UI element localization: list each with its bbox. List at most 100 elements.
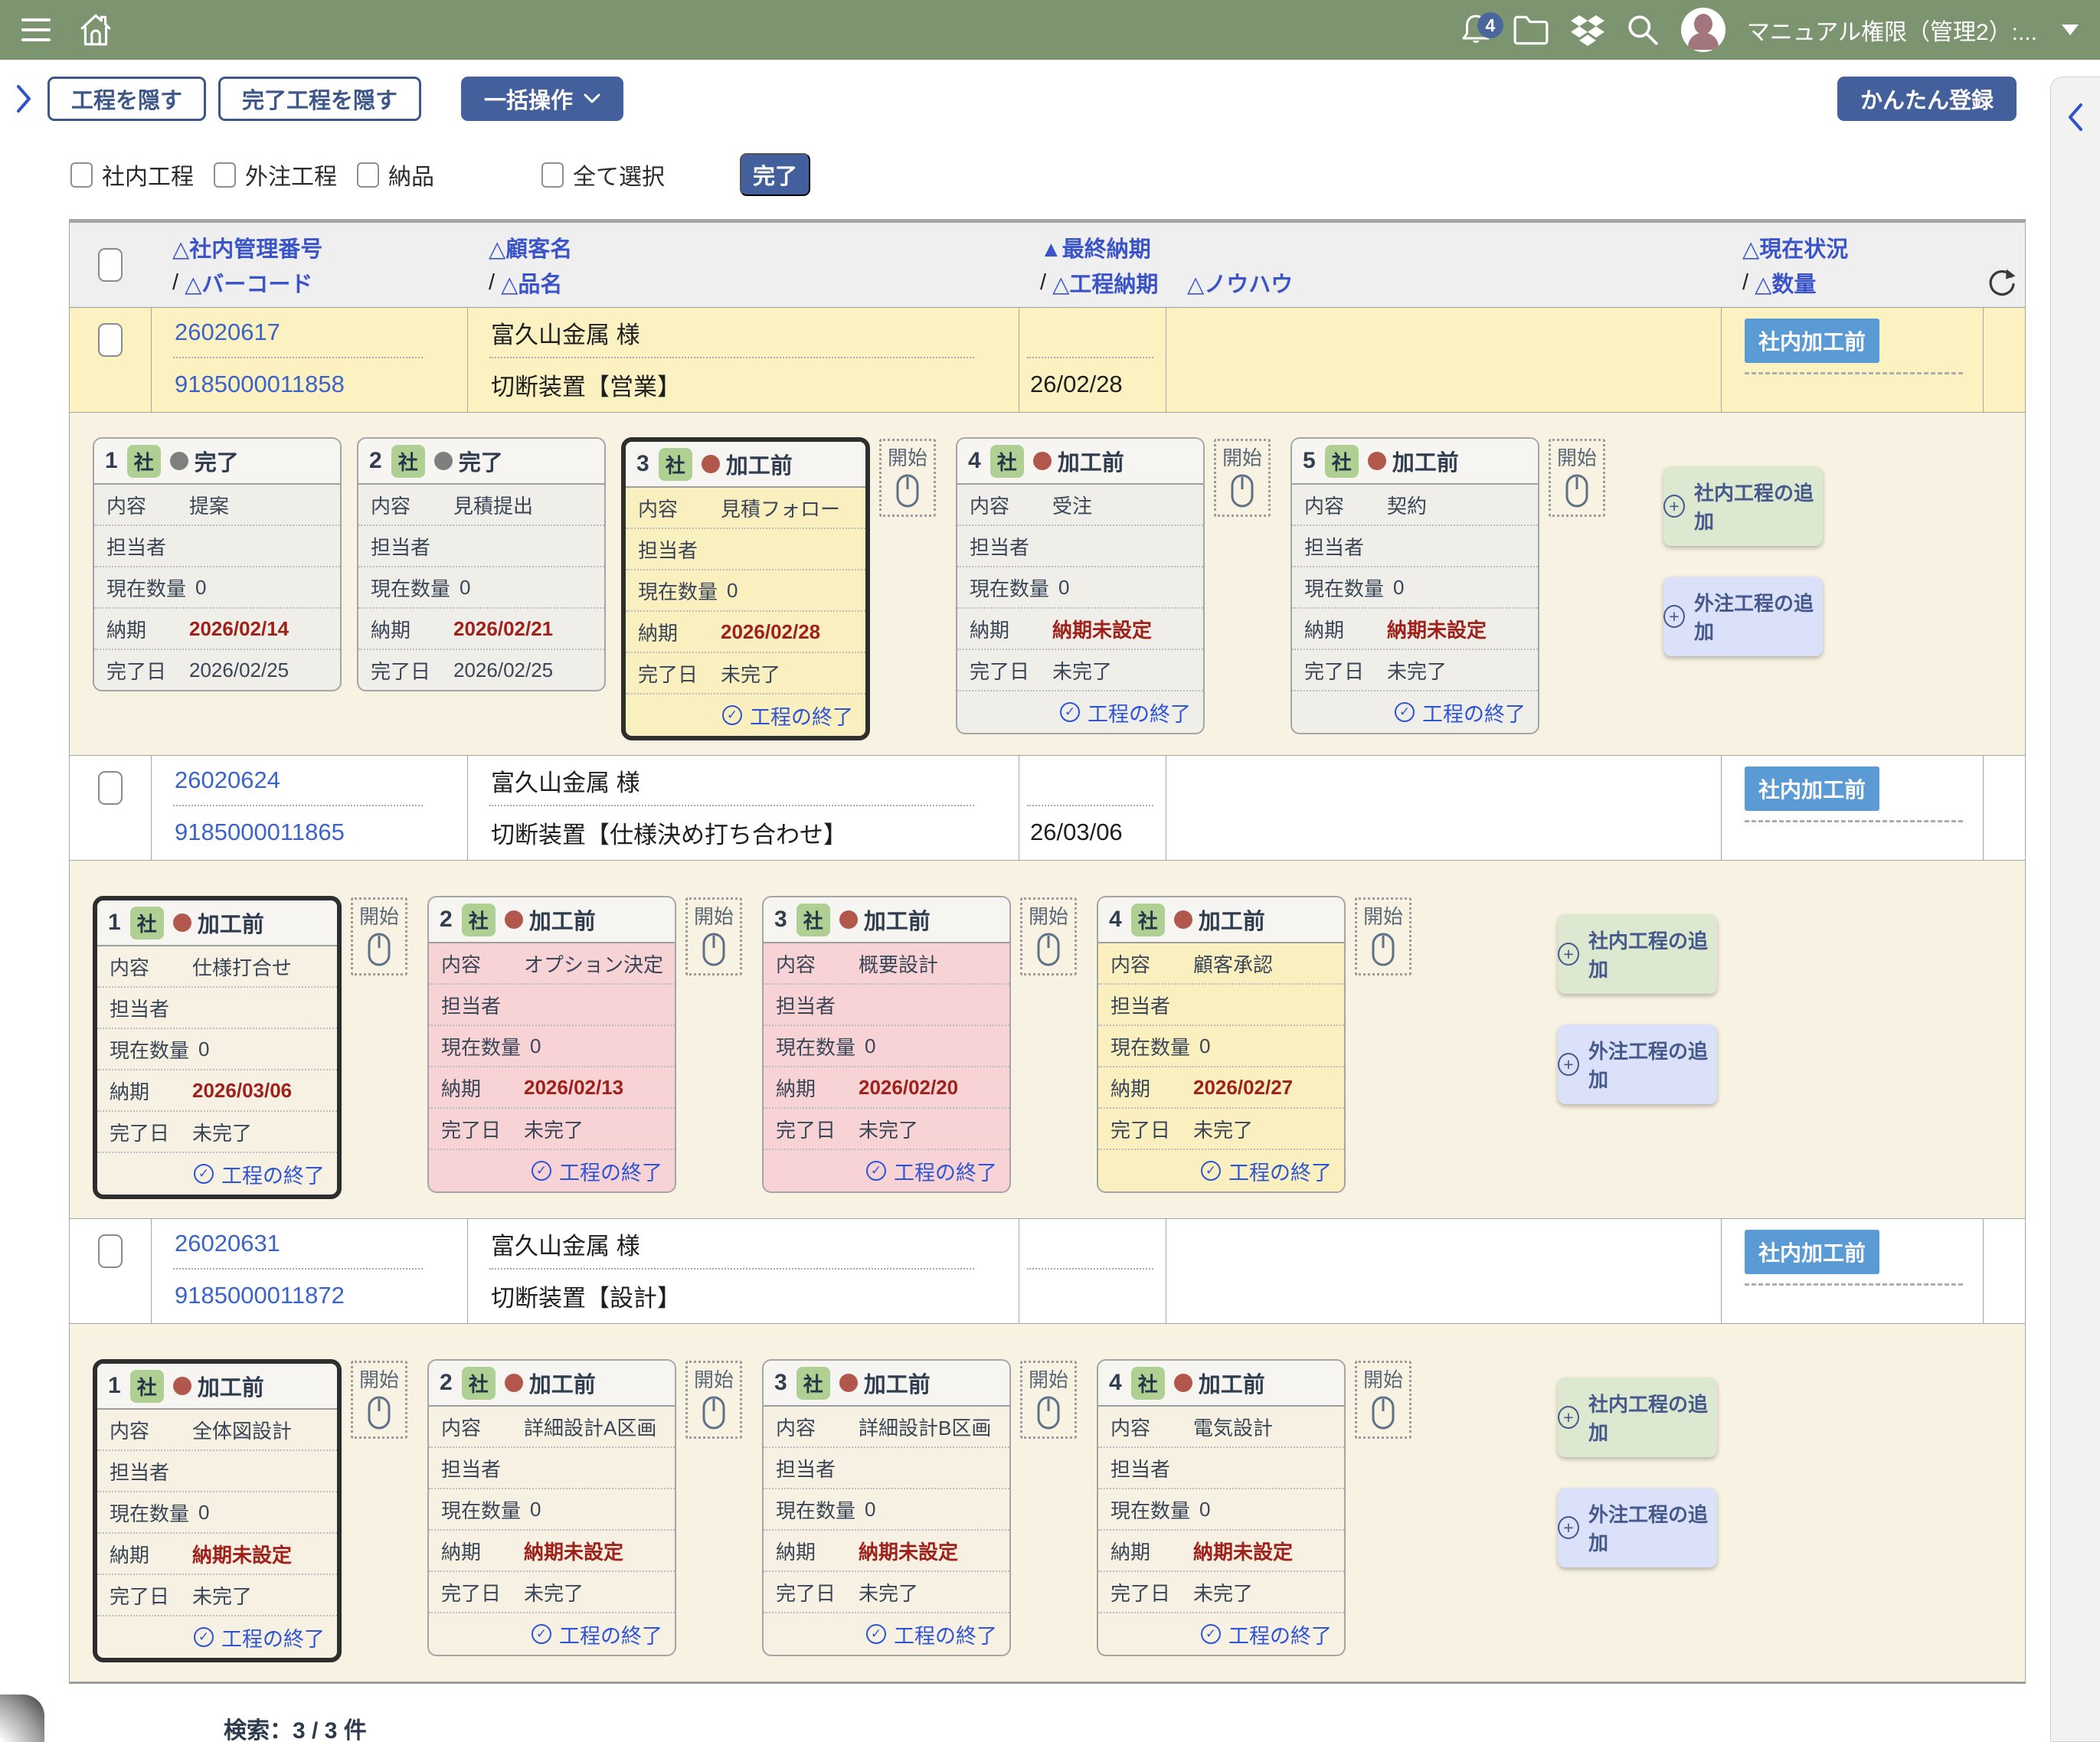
home-icon[interactable] [78, 11, 113, 48]
start-button[interactable]: 開始 [351, 897, 407, 976]
sort-customer[interactable]: △顧客名 [489, 232, 1019, 263]
start-button[interactable]: 開始 [1020, 897, 1077, 976]
process-card[interactable]: 2社加工前内容オプション決定担当者現在数量0納期2026/02/13完了日未完了… [427, 896, 676, 1193]
sort-barcode[interactable]: /△バーコード [172, 267, 467, 298]
refresh-icon[interactable] [1986, 267, 2025, 298]
sort-final-deadline[interactable]: ▲最終納期 [1040, 232, 1166, 263]
start-button[interactable]: 開始 [1020, 1361, 1077, 1439]
card-row-quantity: 現在数量0 [764, 1489, 1009, 1531]
hide-completed-process-button[interactable]: 完了工程を隠す [218, 77, 421, 121]
card-row-complete-date: 完了日未完了 [1098, 1572, 1344, 1613]
process-card[interactable]: 1社完了内容提案担当者現在数量0納期2026/02/14完了日2026/02/2… [93, 437, 342, 691]
quantity-value: 0 [865, 1034, 875, 1058]
dropbox-icon[interactable] [1571, 14, 1604, 46]
process-card[interactable]: 4社加工前内容顧客承認担当者現在数量0納期2026/02/27完了日未完了✓工程… [1097, 896, 1346, 1193]
add-external-process-button[interactable]: +外注工程の追加 [1558, 1025, 1717, 1104]
start-button[interactable]: 開始 [1355, 897, 1411, 976]
start-button[interactable]: 開始 [1549, 439, 1605, 517]
bulk-action-button[interactable]: 一括操作 [461, 77, 623, 121]
menu-icon[interactable] [21, 18, 51, 41]
expand-sidebar-chevron-icon[interactable] [14, 82, 34, 116]
row-checkbox[interactable] [98, 1234, 123, 1268]
complete-date-value: 2026/02/25 [453, 659, 553, 682]
internal-type-badge: 社 [130, 1370, 164, 1403]
process-status-label: 加工前 [1058, 445, 1124, 477]
add-internal-process-button[interactable]: +社内工程の追加 [1663, 466, 1823, 546]
process-card[interactable]: 3社加工前内容詳細設計B区画担当者現在数量0納期納期未設定完了日未完了✓工程の終… [762, 1359, 1011, 1656]
sort-internal-number[interactable]: △社内管理番号 [172, 232, 467, 263]
process-card[interactable]: 2社完了内容見積提出担当者現在数量0納期2026/02/21完了日2026/02… [357, 437, 606, 691]
process-card[interactable]: 4社加工前内容電気設計担当者現在数量0納期納期未設定完了日未完了✓工程の終了 [1097, 1359, 1346, 1656]
barcode-link[interactable]: 9185000011872 [175, 1282, 345, 1309]
external-process-checkbox[interactable] [214, 162, 236, 188]
add-internal-process-button[interactable]: +社内工程の追加 [1558, 914, 1717, 994]
add-internal-process-button[interactable]: +社内工程の追加 [1558, 1378, 1717, 1457]
end-process-link[interactable]: ✓工程の終了 [1098, 1150, 1344, 1191]
row-checkbox[interactable] [98, 771, 123, 805]
user-avatar[interactable] [1681, 8, 1725, 52]
deadline-label: 納期 [638, 618, 711, 646]
start-button[interactable]: 開始 [685, 1361, 742, 1439]
process-card-header: 4社加工前 [1098, 1361, 1344, 1407]
hide-process-button[interactable]: 工程を隠す [47, 77, 206, 121]
add-external-process-button[interactable]: +外注工程の追加 [1663, 577, 1823, 656]
filter-external-process[interactable]: 外注工程 [214, 158, 337, 191]
process-number: 1 [108, 1373, 121, 1399]
filter-delivery[interactable]: 納品 [357, 158, 434, 191]
end-process-link[interactable]: ✓工程の終了 [429, 1613, 675, 1655]
start-button[interactable]: 開始 [879, 439, 936, 517]
end-process-link[interactable]: ✓工程の終了 [764, 1613, 1009, 1655]
add-external-process-button[interactable]: +外注工程の追加 [1558, 1488, 1717, 1567]
start-button[interactable]: 開始 [1214, 439, 1271, 517]
process-card[interactable]: 5社加工前内容契約担当者現在数量0納期納期未設定完了日未完了✓工程の終了 [1290, 437, 1539, 734]
search-icon[interactable] [1626, 13, 1660, 47]
end-process-link[interactable]: ✓工程の終了 [97, 1153, 337, 1195]
sort-current-status[interactable]: △現在状況 [1742, 232, 1983, 263]
sort-quantity[interactable]: /△数量 [1742, 267, 1983, 298]
process-card[interactable]: 1社加工前内容全体図設計担当者現在数量0納期納期未設定完了日未完了✓工程の終了 [93, 1359, 342, 1662]
quick-register-button[interactable]: かんたん登録 [1837, 77, 2017, 121]
process-card[interactable]: 2社加工前内容詳細設計A区画担当者現在数量0納期納期未設定完了日未完了✓工程の終… [427, 1359, 676, 1656]
account-dropdown-caret-icon[interactable] [2062, 25, 2079, 35]
end-process-link[interactable]: ✓工程の終了 [1292, 691, 1538, 733]
order-id-link[interactable]: 26020617 [175, 319, 280, 346]
sort-product[interactable]: /△品名 [489, 267, 1019, 298]
complete-button[interactable]: 完了 [740, 153, 810, 196]
header-checkbox[interactable] [98, 248, 123, 282]
internal-process-checkbox[interactable] [70, 162, 93, 188]
assignee-label: 担当者 [1111, 991, 1184, 1019]
sort-knowhow[interactable]: △ノウハウ [1187, 267, 1721, 298]
delivery-checkbox[interactable] [357, 162, 379, 188]
end-process-link[interactable]: ✓工程の終了 [626, 695, 865, 736]
row-checkbox[interactable] [98, 323, 123, 357]
order-id-link[interactable]: 26020624 [175, 766, 280, 794]
end-process-link[interactable]: ✓工程の終了 [1098, 1613, 1344, 1655]
start-button[interactable]: 開始 [1355, 1361, 1411, 1439]
collapse-panel-chevron-icon[interactable] [2051, 100, 2100, 134]
end-process-link[interactable]: ✓工程の終了 [97, 1616, 337, 1658]
end-process-link[interactable]: ✓工程の終了 [957, 691, 1203, 733]
end-process-link[interactable]: ✓工程の終了 [764, 1150, 1009, 1191]
order-id-link[interactable]: 26020631 [175, 1230, 280, 1257]
check-circle-icon: ✓ [1060, 702, 1080, 722]
end-process-link[interactable]: ✓工程の終了 [429, 1150, 675, 1191]
select-all-checkbox[interactable] [541, 162, 564, 188]
deadline-value: 2026/02/28 [721, 620, 820, 644]
start-button[interactable]: 開始 [685, 897, 742, 976]
process-card[interactable]: 3社加工前内容概要設計担当者現在数量0納期2026/02/20完了日未完了✓工程… [762, 896, 1011, 1193]
process-card[interactable]: 4社加工前内容受注担当者現在数量0納期納期未設定完了日未完了✓工程の終了 [956, 437, 1205, 734]
filter-select-all[interactable]: 全て選択 [541, 158, 665, 191]
folder-icon[interactable] [1513, 14, 1549, 46]
internal-type-badge: 社 [130, 907, 164, 940]
notifications-bell-icon[interactable]: 4 [1461, 12, 1491, 47]
barcode-link[interactable]: 9185000011858 [175, 371, 345, 398]
check-circle-icon: ✓ [1201, 1161, 1221, 1181]
account-label[interactable]: マニュアル権限（管理2）:... [1747, 13, 2037, 47]
process-card[interactable]: 3社加工前内容見積フォロー担当者現在数量0納期2026/02/28完了日未完了✓… [621, 437, 870, 740]
assignee-label: 担当者 [110, 1457, 183, 1485]
filter-internal-process[interactable]: 社内工程 [70, 158, 194, 191]
barcode-link[interactable]: 9185000011865 [175, 819, 345, 846]
sort-process-deadline[interactable]: /△工程納期 [1040, 267, 1166, 298]
start-button[interactable]: 開始 [351, 1361, 407, 1439]
process-card[interactable]: 1社加工前内容仕様打合せ担当者現在数量0納期2026/03/06完了日未完了✓工… [93, 896, 342, 1199]
